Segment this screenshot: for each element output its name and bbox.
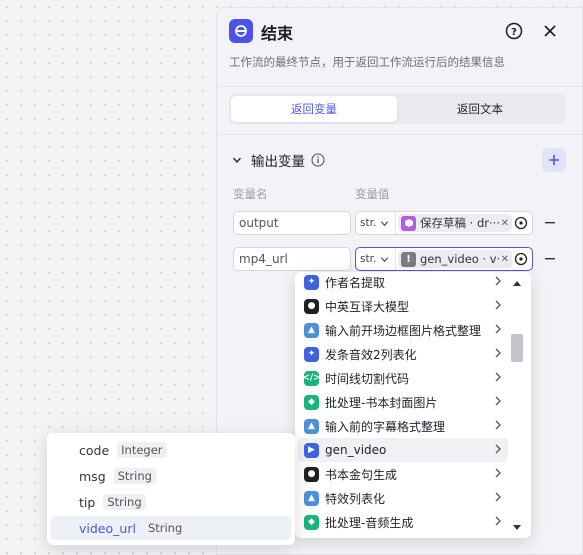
dropdown-item[interactable]: ✦ 作者名提取 — [298, 272, 508, 294]
chevron-right-icon — [495, 444, 501, 454]
chevron-right-icon — [495, 468, 501, 478]
remove-variable-button[interactable] — [543, 251, 557, 267]
plugin-icon: ✦ — [304, 274, 319, 290]
field-item[interactable]: msg String — [51, 464, 291, 488]
chevron-right-icon — [495, 324, 501, 334]
divider — [217, 86, 582, 87]
output-variables-header: 输出变量 — [229, 148, 566, 172]
close-icon[interactable] — [539, 20, 561, 42]
dropdown-item[interactable]: ● 中英互译大模型 — [298, 294, 508, 318]
chevron-right-icon — [495, 276, 501, 286]
scrollbar-thumb[interactable] — [511, 334, 523, 362]
remove-variable-button[interactable] — [543, 215, 557, 231]
tab-return-text[interactable]: 返回文本 — [397, 96, 563, 122]
target-icon[interactable] — [513, 215, 529, 231]
info-icon[interactable] — [311, 153, 325, 167]
section-title: 输出变量 — [251, 154, 305, 170]
robot-icon: ● — [304, 466, 319, 482]
scroll-up-icon[interactable] — [512, 279, 522, 289]
dropdown-item[interactable]: ▲ 输入前的字幕格式整理 — [298, 414, 508, 438]
field-type-badge: Integer — [117, 442, 167, 458]
field-item-video-url[interactable]: video_url String — [51, 516, 291, 540]
field-type-badge: String — [113, 468, 156, 484]
collapse-chevron-icon[interactable] — [229, 152, 245, 168]
panel-header: 结束 ? 工作流的最终节点，用于返回工作流运行后的结果信息 — [217, 8, 582, 88]
batch-icon: ◆ — [304, 394, 319, 410]
remove-reference-icon[interactable]: ✕ — [501, 254, 509, 265]
remove-reference-icon[interactable]: ✕ — [501, 218, 509, 229]
dropdown-item-gen-video[interactable]: ▶ gen_video — [298, 438, 508, 462]
reference-tag: ! gen_video · v··· ✕ — [398, 250, 512, 268]
end-node-icon — [229, 19, 253, 43]
field-type-badge: String — [143, 520, 187, 536]
dropdown-item[interactable]: ▲ 输入前开场边框图片格式整理 — [298, 318, 508, 342]
output-fields-submenu: code Integer msg String tip String video… — [47, 433, 295, 545]
panel-title: 结束 — [261, 24, 294, 43]
code-icon: </> — [302, 370, 321, 386]
warning-icon: ! — [401, 251, 416, 267]
image-icon: ▲ — [304, 418, 319, 434]
image-icon: ▲ — [304, 490, 319, 506]
plugin-icon: ✦ — [304, 346, 319, 362]
panel-description: 工作流的最终节点，用于返回工作流运行后的结果信息 — [229, 55, 505, 69]
dropdown-item[interactable]: </> 时间线切割代码 — [298, 366, 508, 390]
reference-text: 保存草稿 · dr··· — [420, 216, 499, 230]
dropdown-item[interactable]: ▲ 特效列表化 — [298, 486, 508, 510]
dropdown-item[interactable]: ◆ 批处理-书本封面图片 — [298, 390, 508, 414]
chevron-right-icon — [495, 348, 501, 358]
tab-bar: 返回变量 返回文本 — [229, 94, 565, 124]
chevron-right-icon — [495, 516, 501, 526]
reference-tag: 保存草稿 · dr··· ✕ — [398, 214, 512, 232]
col-header-name: 变量名 — [233, 187, 268, 201]
field-type-badge: String — [103, 494, 146, 510]
tab-return-variables[interactable]: 返回变量 — [231, 96, 397, 122]
variable-name-input[interactable]: mp4_url — [233, 247, 351, 271]
robot-icon: ● — [304, 298, 319, 314]
variable-name-input[interactable]: output — [233, 211, 351, 235]
variable-value-box[interactable]: str. ! gen_video · v··· ✕ — [355, 247, 533, 271]
chevron-right-icon — [495, 420, 501, 430]
field-name: msg — [79, 468, 106, 484]
image-icon: ▲ — [304, 322, 319, 338]
play-icon: ▶ — [304, 442, 319, 458]
variable-value-box[interactable]: str. 保存草稿 · dr··· ✕ — [355, 211, 533, 235]
field-name: tip — [79, 494, 96, 510]
field-name: video_url — [79, 520, 136, 536]
dropdown-scrollbar[interactable] — [509, 272, 525, 538]
chevron-right-icon — [495, 300, 501, 310]
dropdown-item[interactable]: ◆ 批处理-音频生成 — [298, 510, 508, 534]
scroll-down-icon[interactable] — [512, 522, 522, 532]
dropdown-item[interactable]: ● 书本金句生成 — [298, 462, 508, 486]
chevron-right-icon — [495, 372, 501, 382]
reference-text: gen_video · v··· — [420, 252, 499, 266]
type-select[interactable]: str. — [356, 212, 396, 234]
field-item[interactable]: tip String — [51, 490, 291, 514]
dropdown-item[interactable]: ✦ 发条音效2列表化 — [298, 342, 508, 366]
workflow-icon — [401, 215, 416, 231]
target-icon[interactable] — [513, 251, 529, 267]
batch-icon: ◆ — [304, 514, 319, 530]
add-variable-button[interactable] — [542, 148, 566, 172]
col-header-value: 变量值 — [355, 187, 390, 201]
svg-text:?: ? — [511, 27, 517, 38]
divider — [217, 134, 582, 135]
field-item[interactable]: code Integer — [51, 438, 291, 462]
chevron-right-icon — [495, 396, 501, 406]
type-select[interactable]: str. — [356, 248, 396, 270]
field-name: code — [79, 442, 110, 458]
node-reference-dropdown: ✦ 作者名提取 ● 中英互译大模型 ▲ 输入前开场边框图片格式整理 ✦ 发条音效… — [295, 272, 531, 538]
help-icon[interactable]: ? — [503, 20, 525, 42]
chevron-right-icon — [495, 492, 501, 502]
